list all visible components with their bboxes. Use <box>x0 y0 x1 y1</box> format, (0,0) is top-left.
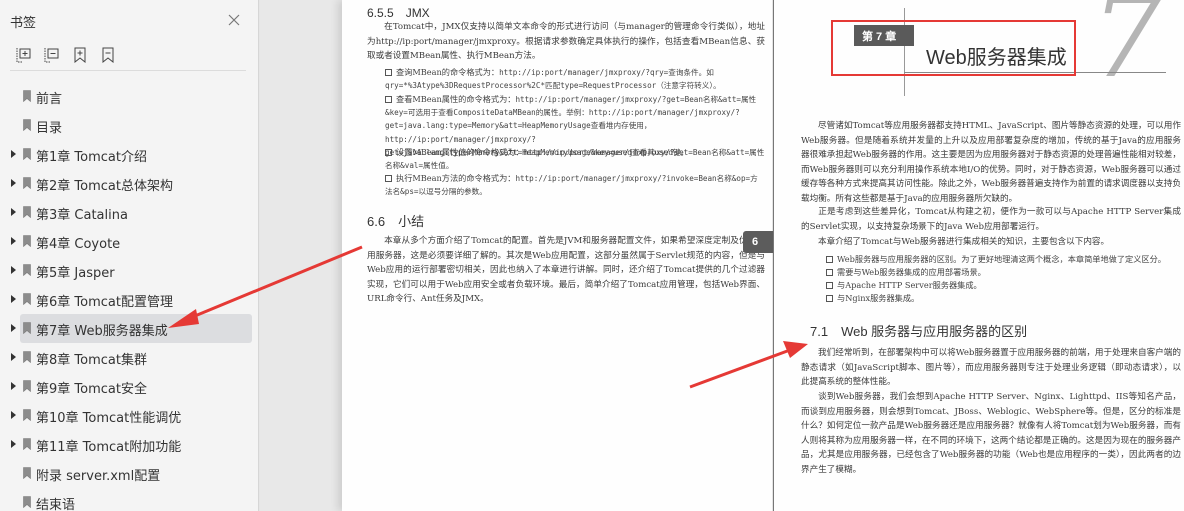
expand-all-icon[interactable] <box>16 47 32 63</box>
list-item: 需要与Web服务器集成的应用部署场景。 <box>826 266 1184 279</box>
chapter-number-watermark: 7 <box>1091 0 1163 103</box>
sidebar-toolbar <box>16 47 116 63</box>
list-item: 设置MBean属性值的命令格式为：http://ip:port/manager/… <box>385 147 765 171</box>
list-item: 与Nginx服务器集成。 <box>826 292 1184 305</box>
bookmark-icon <box>23 235 31 247</box>
bookmark-icon <box>23 293 31 305</box>
section-heading-7-1: 7.1 Web 服务器与应用服务器的区别 <box>810 324 1028 339</box>
list-item: Web服务器与应用服务器的区别。为了更好地理清这两个概念，本章简单地做了定义区分… <box>826 253 1184 266</box>
bookmark-icon <box>23 148 31 160</box>
expand-caret-icon[interactable] <box>11 179 16 187</box>
add-bookmark-icon[interactable] <box>72 47 88 63</box>
bookmark-icon <box>23 496 31 508</box>
bookmark-item[interactable]: 第10章 Tomcat性能调优 <box>0 401 259 430</box>
paragraph: 我们经常听到，在部署架构中可以将Web服务器置于应用服务器的前端，用于处理来自客… <box>801 348 1181 388</box>
chapter-thumb-tab: 6 <box>743 231 773 253</box>
bookmarks-sidebar: 书签 前言 目录 第1章 Tomcat介绍 第2章 Tomcat总体架构 第3章… <box>0 0 259 511</box>
bookmark-icon <box>23 467 31 479</box>
bookmark-item[interactable]: 第1章 Tomcat介绍 <box>0 140 259 169</box>
list-item: 与Apache HTTP Server服务器集成。 <box>826 279 1184 292</box>
expand-caret-icon[interactable] <box>11 382 16 390</box>
bookmark-label: 第4章 Coyote <box>36 237 121 252</box>
bookmark-label: 第10章 Tomcat性能调优 <box>36 411 182 426</box>
list-item: 执行MBean方法的命令格式为：http://ip:port/manager/j… <box>385 173 758 197</box>
bookmark-icon <box>23 264 31 276</box>
bookmark-icon <box>23 351 31 363</box>
bookmark-item[interactable]: 第5章 Jasper <box>0 256 259 285</box>
expand-caret-icon[interactable] <box>11 150 16 158</box>
pdf-reader-window: 书签 前言 目录 第1章 Tomcat介绍 第2章 Tomcat总体架构 第3章… <box>0 0 1184 511</box>
expand-caret-icon[interactable] <box>11 324 16 332</box>
bookmark-label: 第6章 Tomcat配置管理 <box>36 295 173 310</box>
bookmark-item[interactable]: 第2章 Tomcat总体架构 <box>0 169 259 198</box>
expand-caret-icon[interactable] <box>11 353 16 361</box>
bookmark-item[interactable]: 目录 <box>0 111 259 140</box>
bookmark-label: 结束语 <box>36 498 76 511</box>
paragraph: 正是考虑到这些差异化，Tomcat从构建之初，便作为一款可以与Apache HT… <box>801 207 1181 232</box>
bookmark-item[interactable]: 结束语 <box>0 488 259 511</box>
paragraph: 谈到Web服务器，我们会想到Apache HTTP Server、Nginx、L… <box>801 392 1181 475</box>
paragraph: 本章介绍了Tomcat与Web服务器进行集成相关的知识，主要包含以下内容。 <box>818 237 1110 247</box>
bookmark-label: 第5章 Jasper <box>36 266 115 281</box>
expand-caret-icon[interactable] <box>11 266 16 274</box>
page-left: 6.5.5 JMX 在Tomcat中，JMX仅支持以简单文本命令的形式进行访问（… <box>342 0 772 511</box>
expand-caret-icon[interactable] <box>11 208 16 216</box>
bookmark-item[interactable]: 第3章 Catalina <box>0 198 259 227</box>
page-right: 7 第 7 章 Web服务器集成 尽管诸如Tomcat等应用服务器都支持HTML… <box>773 0 1184 511</box>
bookmark-item[interactable]: 附录 server.xml配置 <box>0 459 259 488</box>
sidebar-title: 书签 <box>10 16 37 31</box>
collapse-all-icon[interactable] <box>44 47 60 63</box>
bookmark-label: 第3章 Catalina <box>36 208 128 223</box>
bookmark-icon <box>23 177 31 189</box>
bookmark-list: 前言目录第1章 Tomcat介绍第2章 Tomcat总体架构 第3章 Catali… <box>0 82 259 511</box>
bookmark-label: 第7章 Web服务器集成 <box>36 324 168 339</box>
bookmark-item[interactable]: 前言 <box>0 82 259 111</box>
bookmark-label: 第11章 Tomcat附加功能 <box>36 440 182 455</box>
section-heading-6-6: 6.6 小结 <box>367 214 425 229</box>
bookmark-item[interactable]: 第4章 Coyote <box>0 227 259 256</box>
bookmark-icon <box>23 206 31 218</box>
bookmark-label: 第8章 Tomcat集群 <box>36 353 147 368</box>
document-viewer[interactable]: 6.5.5 JMX 在Tomcat中，JMX仅支持以简单文本命令的形式进行访问（… <box>260 0 1184 511</box>
bookmark-icon <box>23 409 31 421</box>
bookmark-icon <box>23 119 31 131</box>
expand-caret-icon[interactable] <box>11 440 16 448</box>
paragraph: 尽管诸如Tomcat等应用服务器都支持HTML、JavaScript、图片等静态… <box>801 121 1181 204</box>
close-icon[interactable] <box>226 12 242 28</box>
bookmark-icon <box>23 380 31 392</box>
list-item: 查询MBean的命令格式为：http://ip:port/manager/jmx… <box>385 67 721 91</box>
bookmark-label: 第1章 Tomcat介绍 <box>36 150 147 165</box>
bookmark-label: 目录 <box>36 121 63 136</box>
section-heading-6-5-5: 6.5.5 JMX <box>367 6 430 20</box>
expand-caret-icon[interactable] <box>11 295 16 303</box>
paragraph: 在Tomcat中，JMX仅支持以简单文本命令的形式进行访问（与manager的管… <box>367 22 765 62</box>
highlight-box-annotation <box>831 20 1076 76</box>
bookmark-item[interactable]: 第7章 Web服务器集成 <box>0 314 259 343</box>
bookmark-icon <box>23 90 31 102</box>
remove-bookmark-icon[interactable] <box>100 47 116 63</box>
bookmark-label: 附录 server.xml配置 <box>36 469 161 484</box>
bookmark-item[interactable]: 第11章 Tomcat附加功能 <box>0 430 259 459</box>
sidebar-divider <box>10 70 246 71</box>
bookmark-item[interactable]: 第9章 Tomcat安全 <box>0 372 259 401</box>
paragraph: 本章从多个方面介绍了Tomcat的配置。首先是JVM和服务器配置文件，如果希望深… <box>367 236 765 305</box>
bookmark-item[interactable]: 第6章 Tomcat配置管理 <box>0 285 259 314</box>
bookmark-item[interactable]: 第8章 Tomcat集群 <box>0 343 259 372</box>
bookmark-label: 第9章 Tomcat安全 <box>36 382 147 397</box>
bookmark-icon <box>23 438 31 450</box>
bookmark-icon <box>23 322 31 334</box>
expand-caret-icon[interactable] <box>11 411 16 419</box>
bookmark-label: 前言 <box>36 92 63 107</box>
expand-caret-icon[interactable] <box>11 237 16 245</box>
bookmark-label: 第2章 Tomcat总体架构 <box>36 179 173 194</box>
